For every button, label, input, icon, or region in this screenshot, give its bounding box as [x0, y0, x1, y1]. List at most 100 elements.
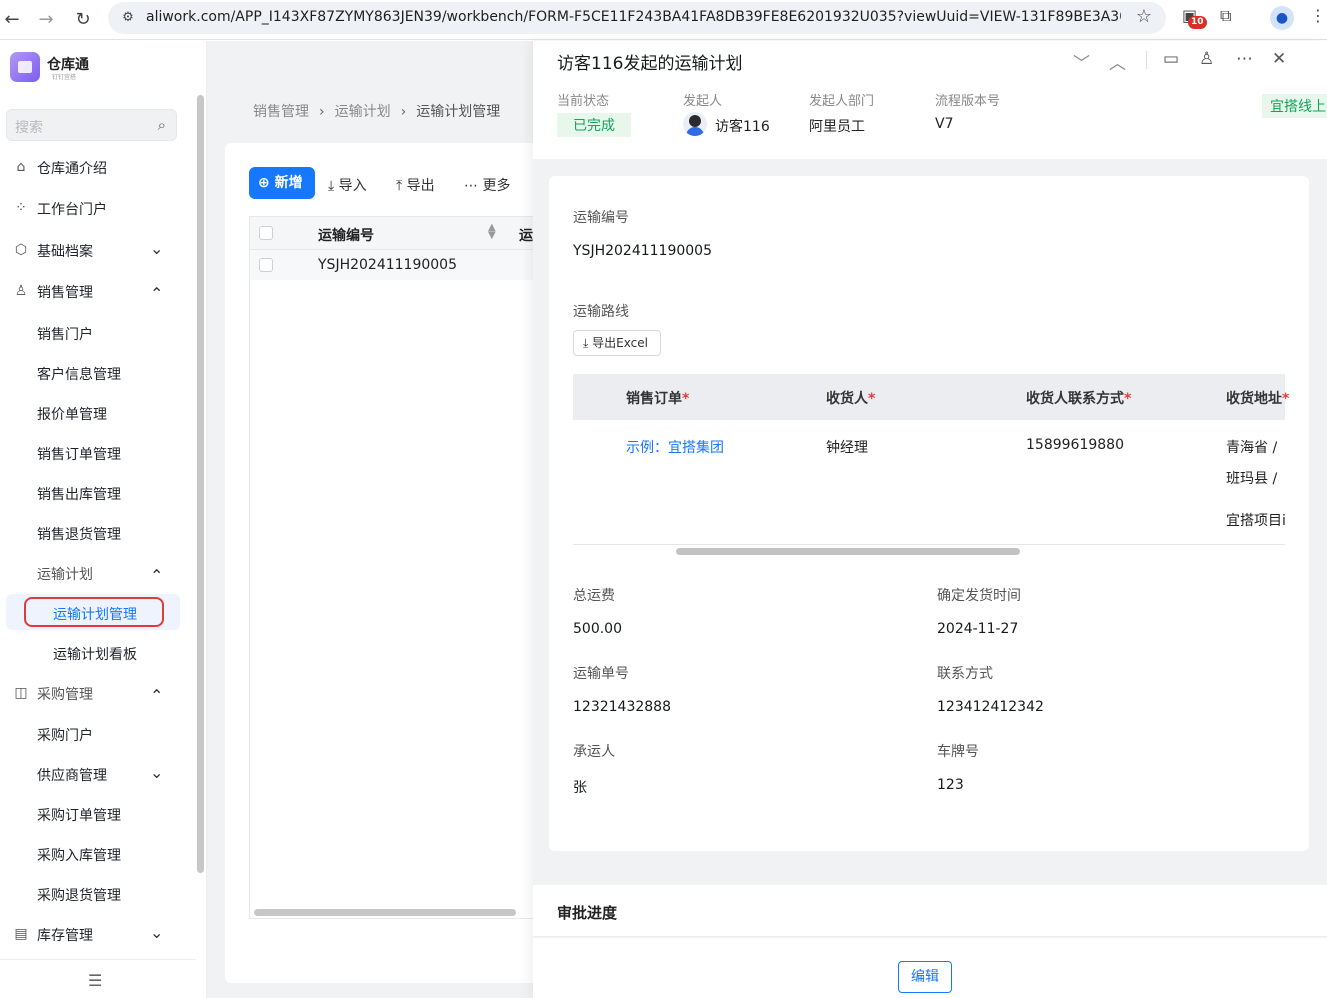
site-settings-icon[interactable]: ⚙ [118, 8, 138, 28]
puzzle-icon[interactable]: ⧉ [1220, 6, 1231, 26]
new-button-label: 新增 [274, 175, 303, 191]
sidebar-item-transport-plan[interactable]: 运输计划 ⌃ [0, 554, 196, 594]
field-value: YSJH202411190005 [573, 243, 712, 259]
cube-icon: ⬡ [14, 242, 28, 258]
select-all-checkbox[interactable] [259, 226, 273, 240]
sidebar-item-label: 库存管理 [37, 928, 93, 944]
sidebar-item-inventory[interactable]: ▤ 库存管理 ⌄ [0, 915, 196, 955]
sidebar-item-label: 销售管理 [37, 285, 93, 301]
chevron-up-icon: ⌃ [150, 686, 164, 705]
breadcrumb-item[interactable]: 运输计划 [335, 104, 391, 120]
column-header-label: 收货人 [826, 391, 868, 407]
export-button[interactable]: ⤒ 导出 [396, 175, 435, 195]
main-content: 销售管理 › 运输计划 › 运输计划管理 ⊕ 新增 ⤓ 导入 ⤒ 导出 ⋯ 更多 运输编… [207, 41, 549, 998]
more-button[interactable]: ⋯ 更多 [464, 175, 510, 195]
kebab-menu-icon[interactable]: ⋮ [1310, 6, 1326, 25]
window-icon[interactable]: ▭ [1163, 49, 1179, 69]
sidebar-item-label: 运输计划看板 [53, 647, 137, 663]
chevron-up-icon[interactable]: ︿ [1109, 49, 1126, 74]
collapse-menu-icon[interactable]: ☰ [88, 971, 102, 990]
column-header: 收货人* [826, 391, 876, 407]
breadcrumb-item[interactable]: 销售管理 [253, 104, 309, 120]
user-icon[interactable]: ♙ [1199, 49, 1214, 69]
sidebar-item-label: 销售退货管理 [37, 527, 121, 543]
row-checkbox[interactable] [259, 258, 273, 272]
sidebar-item-label: 仓库通介绍 [37, 161, 107, 177]
chevron-right-icon: › [319, 104, 325, 120]
app-subtitle: 钉钉宜搭 [52, 74, 77, 81]
sidebar-item-label: 供应商管理 [37, 768, 107, 784]
export-excel-button[interactable]: ⤓ 导出Excel [573, 330, 661, 356]
status-badge: 已完成 [557, 113, 631, 137]
search-icon[interactable]: ⌕ [158, 116, 166, 134]
sidebar-item-purchase-orders[interactable]: 采购订单管理 [0, 795, 196, 835]
sidebar-item-portal[interactable]: ⁘ 工作台门户 [0, 189, 196, 229]
sidebar-item-sales-returns[interactable]: 销售退货管理 [0, 514, 196, 554]
back-icon[interactable]: ← [0, 8, 24, 32]
column-header[interactable]: 运 [519, 225, 533, 245]
table-header: 运输编号 ▲ ▼ 运 [250, 217, 548, 250]
sidebar-scrollbar[interactable] [197, 95, 204, 873]
dept-value: 阿里员工 [809, 119, 865, 135]
online-tag[interactable]: 宜搭线上 [1262, 94, 1327, 118]
column-header: 收货地址* [1226, 391, 1290, 407]
table-row[interactable]: YSJH202411190005 [250, 250, 548, 280]
sidebar-item-label: 报价单管理 [37, 407, 107, 423]
sidebar-item-label: 工作台门户 [37, 202, 107, 218]
sidebar-item-sales[interactable]: ♙ 销售管理 ⌃ [0, 272, 196, 312]
detail-drawer: 访客116发起的运输计划 ﹀ ︿ ▭ ♙ ⋯ ✕ 当前状态 已完成 发起人 访客… [533, 41, 1327, 998]
sidebar-search-input[interactable]: 搜索 ⌕ [6, 109, 177, 141]
sidebar-item-purchase[interactable]: ◫ 采购管理 ⌃ [0, 674, 196, 714]
column-header-label: 收货地址 [1226, 391, 1282, 407]
chevron-down-icon: ⌄ [150, 923, 164, 942]
divider [573, 544, 1285, 545]
sidebar-item-sales-portal[interactable]: 销售门户 [0, 314, 196, 354]
field-label: 车牌号 [937, 744, 979, 760]
sidebar-item-label: 采购管理 [37, 687, 93, 703]
approval-title: 审批进度 [557, 904, 618, 922]
subtable-horizontal-scrollbar[interactable] [676, 548, 1020, 555]
chevron-down-icon: ⌄ [150, 763, 164, 782]
sidebar-item-label: 销售门户 [37, 327, 93, 343]
sidebar-item-basic-files[interactable]: ⬡ 基础档案 ⌄ [0, 231, 196, 271]
sidebar-item-purchase-returns[interactable]: 采购退货管理 [0, 875, 196, 915]
sidebar-item-purchase-inbound[interactable]: 采购入库管理 [0, 835, 196, 875]
home-icon: ⌂ [16, 159, 26, 175]
sort-icon[interactable]: ▲ ▼ [488, 223, 496, 241]
sidebar-item-transport-board[interactable]: 运输计划看板 [0, 634, 196, 674]
table-cell: 钟经理 [826, 440, 868, 456]
column-header[interactable]: 运输编号 [318, 225, 374, 245]
sidebar-item-label: 客户信息管理 [37, 367, 121, 383]
sidebar-item-label: 采购入库管理 [37, 848, 121, 864]
import-button[interactable]: ⤓ 导入 [328, 175, 367, 195]
more-dots-icon[interactable]: ⋯ [1236, 49, 1253, 69]
sidebar-item-customers[interactable]: 客户信息管理 [0, 354, 196, 394]
extension-badge: 10 [1188, 16, 1207, 29]
close-icon[interactable]: ✕ [1272, 49, 1286, 69]
edit-button[interactable]: 编辑 [898, 961, 952, 993]
field-label: 联系方式 [937, 666, 993, 682]
chevron-up-icon: ⌃ [150, 284, 164, 303]
chevron-down-icon[interactable]: ﹀ [1073, 49, 1090, 74]
sidebar-item-purchase-portal[interactable]: 采购门户 [0, 715, 196, 755]
forward-icon[interactable]: → [34, 8, 58, 32]
search-placeholder: 搜索 [15, 120, 43, 136]
sidebar-item-label: 运输计划 [37, 567, 93, 583]
address-bar[interactable]: ⚙ aliwork.com/APP_I143XF87ZYMY863JEN39/w… [108, 2, 1166, 34]
form-card: 运输编号 YSJH202411190005 运输路线 ⤓ 导出Excel 销售订… [549, 176, 1309, 851]
new-button[interactable]: ⊕ 新增 [249, 167, 315, 199]
dept-label: 发起人部门 [809, 94, 875, 109]
bookmark-star-icon[interactable]: ☆ [1136, 6, 1152, 27]
order-link[interactable]: 示例：宜搭集团 [626, 437, 724, 457]
sidebar-item-suppliers[interactable]: 供应商管理 ⌄ [0, 755, 196, 795]
profile-icon[interactable]: ● [1270, 6, 1294, 30]
sidebar-item-intro[interactable]: ⌂ 仓库通介绍 [0, 148, 196, 188]
app-name: 仓库通 [47, 57, 89, 73]
reload-icon[interactable]: ↻ [71, 8, 95, 32]
more-dots-icon: ⋯ [464, 178, 478, 194]
sidebar-item-sales-outbound[interactable]: 销售出库管理 [0, 474, 196, 514]
table-horizontal-scrollbar[interactable] [254, 909, 516, 916]
table-cell: 班玛县 / [1226, 471, 1278, 487]
sidebar-item-quotes[interactable]: 报价单管理 [0, 394, 196, 434]
sidebar-item-sales-orders[interactable]: 销售订单管理 [0, 434, 196, 474]
